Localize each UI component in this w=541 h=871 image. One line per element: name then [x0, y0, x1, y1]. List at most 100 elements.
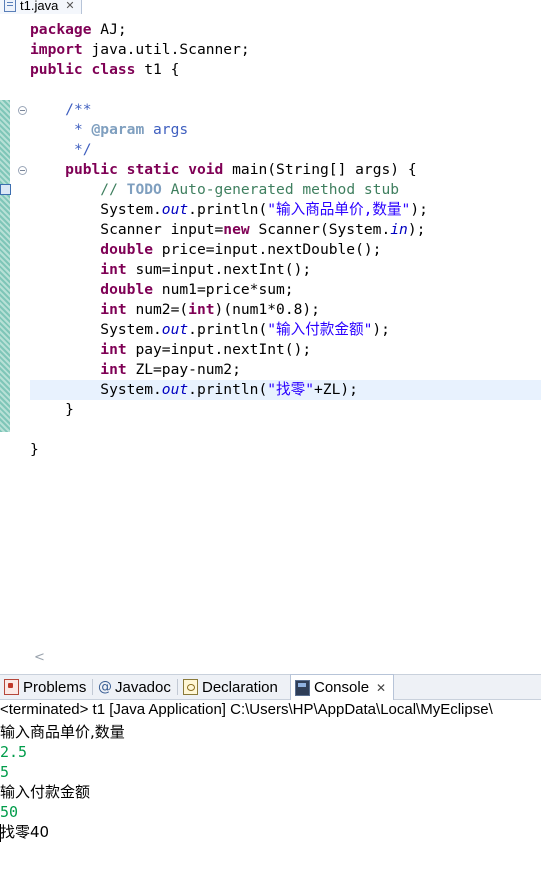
- code-line[interactable]: * @param args: [30, 120, 541, 140]
- console-caret: [0, 824, 1, 842]
- code-token: .println(: [188, 321, 268, 338]
- code-line[interactable]: int ZL=pay-num2;: [30, 360, 541, 380]
- console-input-line: 5: [0, 763, 10, 781]
- editor-tab-t1-java[interactable]: t1.java ✕: [0, 0, 82, 15]
- tab-label: Javadoc: [115, 678, 171, 696]
- code-line[interactable]: double num1=price*sum;: [30, 280, 541, 300]
- code-token: "输入付款金额": [267, 321, 373, 338]
- code-line[interactable]: }: [30, 400, 541, 420]
- code-token: System.: [30, 321, 162, 338]
- code-token: TODO: [126, 181, 162, 198]
- code-token: .println(: [188, 201, 268, 218]
- code-token: out: [161, 381, 189, 398]
- tab-javadoc[interactable]: @ Javadoc: [94, 675, 176, 699]
- code-token: out: [161, 321, 189, 338]
- code-line[interactable]: int num2=(int)(num1*0.8);: [30, 300, 541, 320]
- code-token: out: [161, 201, 189, 218]
- code-token: System.: [30, 381, 162, 398]
- code-line[interactable]: [30, 420, 541, 440]
- code-token: );: [410, 201, 428, 218]
- code-token: java.util.Scanner;: [82, 41, 250, 58]
- override-marker-icon: [0, 184, 11, 195]
- code-line[interactable]: int sum=input.nextInt();: [30, 260, 541, 280]
- code-line[interactable]: /**: [30, 100, 541, 120]
- code-line[interactable]: public class t1 {: [30, 60, 541, 80]
- fold-toggle-icon[interactable]: [18, 166, 27, 175]
- code-token: int: [100, 301, 127, 318]
- code-token: sum=input.nextInt();: [126, 261, 312, 278]
- scroll-left-icon[interactable]: <: [34, 650, 45, 665]
- code-token: class: [91, 61, 136, 78]
- code-token: System.: [30, 201, 162, 218]
- tab-console[interactable]: Console ✕: [290, 674, 394, 700]
- code-token: int: [100, 361, 127, 378]
- code-editor[interactable]: package AJ; import java.util.Scanner; publ…: [0, 14, 541, 670]
- console-output-line: 输入商品单价,数量: [0, 723, 125, 741]
- overview-ruler: [0, 14, 11, 646]
- code-token: main(String[] args) {: [223, 161, 417, 178]
- code-token: +ZL);: [314, 381, 358, 398]
- console-status: <terminated> t1 [Java Application] C:\Us…: [0, 701, 493, 718]
- code-token: t1 {: [135, 61, 180, 78]
- code-line[interactable]: int pay=input.nextInt();: [30, 340, 541, 360]
- console-input-line: 50: [0, 803, 19, 821]
- code-line[interactable]: Scanner input=new Scanner(System.in);: [30, 220, 541, 240]
- code-token: double: [100, 241, 154, 258]
- code-line[interactable]: import java.util.Scanner;: [30, 40, 541, 60]
- code-token: double: [100, 281, 154, 298]
- code-line[interactable]: package AJ;: [30, 20, 541, 40]
- code-line[interactable]: }: [30, 440, 541, 460]
- console-icon: [295, 679, 310, 696]
- code-line[interactable]: */: [30, 140, 541, 160]
- code-token: void: [188, 161, 224, 178]
- code-token: }: [30, 401, 74, 418]
- code-token: package: [30, 21, 92, 38]
- console-output-line: 找零40: [0, 823, 50, 841]
- code-line[interactable]: System.out.println("找零"+ZL);: [30, 380, 541, 400]
- code-line[interactable]: double price=input.nextDouble();: [30, 240, 541, 260]
- code-token: );: [372, 321, 390, 338]
- fold-toggle-icon[interactable]: [18, 106, 27, 115]
- code-line[interactable]: public static void main(String[] args) {: [30, 160, 541, 180]
- code-token: "输入商品单价,数量": [267, 201, 411, 218]
- close-icon[interactable]: ✕: [376, 681, 386, 695]
- tab-label: Problems: [23, 678, 87, 696]
- tab-problems[interactable]: Problems: [0, 675, 92, 699]
- console-output-line: 输入付款金额: [0, 783, 91, 801]
- code-token: Auto-generated method stub: [161, 181, 400, 198]
- code-line[interactable]: System.out.println("输入付款金额");: [30, 320, 541, 340]
- declaration-icon: [183, 679, 198, 695]
- code-token: *: [73, 121, 92, 138]
- code-token: //: [100, 181, 127, 198]
- code-line[interactable]: System.out.println("输入商品单价,数量");: [30, 200, 541, 220]
- code-token: int: [100, 341, 127, 358]
- code-token: /**: [65, 101, 92, 118]
- code-token: int: [100, 261, 127, 278]
- code-line[interactable]: [30, 80, 541, 100]
- javadoc-icon: @: [98, 679, 112, 695]
- code-token: .println(: [188, 381, 268, 398]
- code-token: args: [144, 121, 189, 138]
- horizontal-scrollbar[interactable]: <: [0, 646, 541, 670]
- tab-declaration[interactable]: Declaration: [179, 675, 289, 699]
- close-icon[interactable]: ✕: [65, 0, 74, 12]
- code-token: num2=(: [126, 301, 189, 318]
- code-token: Scanner input=: [30, 221, 224, 238]
- code-token: import: [30, 41, 83, 58]
- code-token: pay=input.nextInt();: [126, 341, 312, 358]
- code-token: int: [188, 301, 215, 318]
- code-line[interactable]: // TODO Auto-generated method stub: [30, 180, 541, 200]
- code-token: public: [30, 61, 83, 78]
- editor-tab-bar: t1.java ✕: [0, 0, 541, 15]
